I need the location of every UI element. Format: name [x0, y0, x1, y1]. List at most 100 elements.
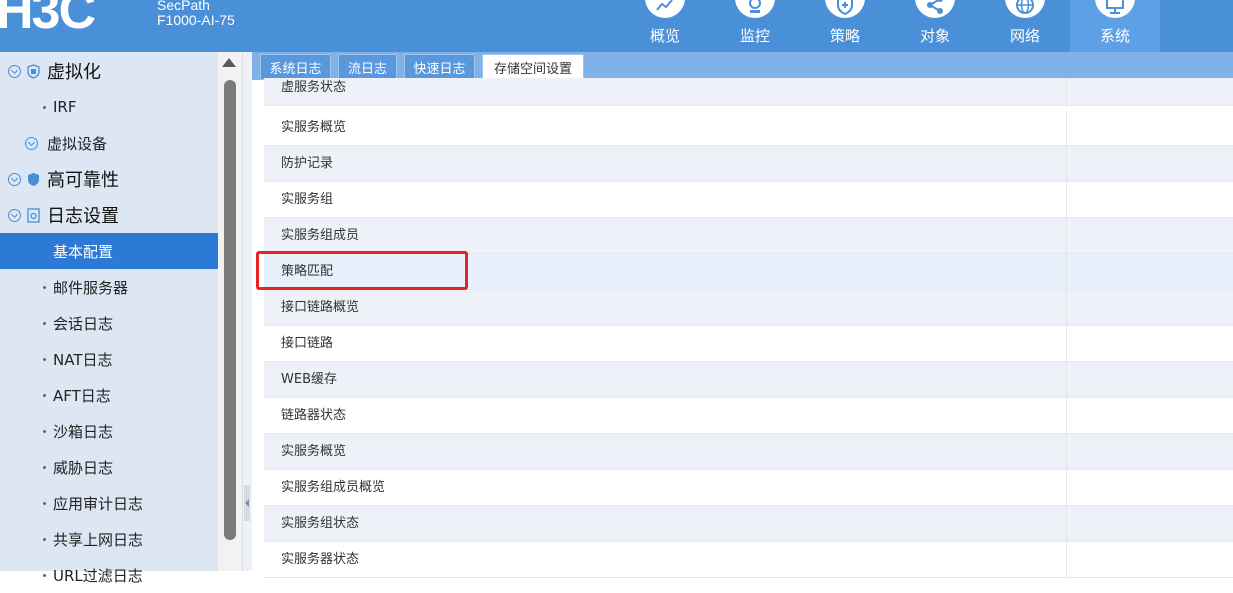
sidebar-item-high-availability[interactable]: 高可靠性 — [0, 161, 218, 197]
sidebar: 虚拟化 IRF 虚拟设备 高可靠性 日志设置 基本配置 邮件服务器 会话日志 N… — [0, 52, 218, 585]
tab-label: 系统日志 — [269, 61, 322, 77]
nav-object[interactable]: 对象 — [890, 0, 980, 52]
table-row[interactable]: 实服务概览 — [264, 110, 1233, 146]
table-cell: 实服务组成员概览 — [281, 480, 386, 495]
sidebar-item-log-settings[interactable]: 日志设置 — [0, 197, 218, 233]
sidebar-item-label: NAT日志 — [53, 350, 113, 369]
sidebar-item-irf[interactable]: IRF — [0, 89, 218, 125]
sidebar-item-label: 威胁日志 — [53, 458, 114, 477]
bullet-icon — [43, 393, 46, 397]
table-cell: 实服务组成员 — [281, 228, 360, 243]
sidebar-item-url-filter-log[interactable]: URL过滤日志 — [0, 557, 218, 593]
policy-shield-icon — [837, 0, 853, 16]
sidebar-item-mail-server[interactable]: 邮件服务器 — [0, 269, 218, 305]
tab-fast-log[interactable]: 快速日志 — [404, 54, 475, 80]
table-cell: 实服务组 — [281, 192, 334, 207]
table-row[interactable]: 虚服务状态 — [264, 78, 1233, 106]
expand-icon[interactable] — [25, 136, 38, 150]
bullet-icon — [43, 573, 46, 577]
monitor-icon — [749, 0, 761, 13]
tab-storage-settings[interactable]: 存储空间设置 — [482, 54, 584, 80]
table-row[interactable]: 接口链路概览 — [264, 290, 1233, 326]
bullet-icon — [43, 501, 46, 505]
svg-text:H3C: H3C — [0, 0, 95, 36]
nav-policy[interactable]: 策略 — [800, 0, 890, 52]
sidebar-item-virtual-device[interactable]: 虚拟设备 — [0, 125, 218, 161]
nav-system[interactable]: 系统 — [1070, 0, 1160, 52]
table-cell: 接口链路概览 — [281, 300, 360, 315]
nav-label: 概览 — [649, 27, 680, 45]
bullet-icon — [43, 321, 46, 325]
collapse-handle-icon[interactable] — [244, 485, 250, 521]
product-name: SecPath F1000-AI-75 — [157, 0, 235, 28]
nav-overview[interactable]: 概览 — [620, 0, 710, 52]
table-cell: 链路器状态 — [281, 408, 347, 423]
table-cell: 实服务器状态 — [281, 552, 360, 567]
nav-label: 监控 — [739, 27, 770, 45]
nav-monitor[interactable]: 监控 — [710, 0, 800, 52]
table-row[interactable]: 实服务概览 — [264, 434, 1233, 470]
tab-bar: 系统日志 流日志 快速日志 存储空间设置 — [252, 52, 1233, 80]
storage-table: 虚服务状态 实服务概览 防护记录 实服务组 实服务组成员 策略匹配 接口链路概览… — [264, 78, 1233, 578]
bullet-icon — [43, 465, 46, 469]
expand-icon[interactable] — [8, 208, 21, 222]
scrollbar-thumb[interactable] — [224, 80, 236, 540]
table-row[interactable]: WEB缓存 — [264, 362, 1233, 398]
scroll-up-arrow-icon[interactable] — [222, 58, 236, 67]
network-globe-icon — [1016, 0, 1034, 14]
expand-icon[interactable] — [8, 64, 21, 78]
tab-label: 存储空间设置 — [493, 62, 572, 77]
table-row[interactable]: 实服务组 — [264, 182, 1233, 218]
tab-label: 快速日志 — [413, 61, 466, 77]
table-row[interactable]: 实服务器状态 — [264, 542, 1233, 578]
top-header: H3C SecPath F1000-AI-75 概览 监控 策略 对象 网络 系… — [0, 0, 1233, 52]
sidebar-item-app-audit-log[interactable]: 应用审计日志 — [0, 485, 218, 521]
table-cell: 实服务概览 — [281, 444, 347, 459]
sidebar-item-label: 基本配置 — [53, 242, 114, 261]
sidebar-item-aft-log[interactable]: AFT日志 — [0, 377, 218, 413]
table-cell: 实服务概览 — [281, 120, 347, 135]
nav-label: 网络 — [1009, 27, 1040, 45]
sidebar-item-label: URL过滤日志 — [53, 566, 143, 585]
table-row[interactable]: 实服务组成员 — [264, 218, 1233, 254]
table-cell: 防护记录 — [281, 156, 334, 171]
table-cell: 实服务组状态 — [281, 516, 360, 531]
sidebar-item-label: 会话日志 — [53, 314, 114, 333]
nav-network[interactable]: 网络 — [980, 0, 1070, 52]
table-row[interactable]: 实服务组成员概览 — [264, 470, 1233, 506]
sidebar-item-label: 邮件服务器 — [53, 278, 129, 297]
sidebar-item-nat-log[interactable]: NAT日志 — [0, 341, 218, 377]
sidebar-item-virtualization[interactable]: 虚拟化 — [0, 53, 218, 89]
sidebar-item-label: 高可靠性 — [47, 170, 119, 191]
product-line-2: F1000-AI-75 — [157, 12, 235, 28]
table-row[interactable]: 防护记录 — [264, 146, 1233, 182]
sidebar-item-label: IRF — [53, 98, 77, 116]
sidebar-item-label: 虚拟设备 — [47, 134, 108, 153]
sidebar-item-basic-config[interactable]: 基本配置 — [0, 233, 218, 269]
table-cell: 接口链路 — [281, 336, 334, 351]
bullet-icon — [43, 105, 46, 109]
sidebar-item-session-log[interactable]: 会话日志 — [0, 305, 218, 341]
sidebar-item-threat-log[interactable]: 威胁日志 — [0, 449, 218, 485]
shield-icon — [28, 172, 39, 186]
log-settings-icon — [27, 207, 40, 223]
sidebar-item-label: AFT日志 — [53, 386, 111, 405]
table-row[interactable]: 实服务组状态 — [264, 506, 1233, 542]
sidebar-item-shared-access-log[interactable]: 共享上网日志 — [0, 521, 218, 557]
tab-system-log[interactable]: 系统日志 — [260, 54, 331, 80]
object-share-icon — [927, 0, 943, 14]
overview-icon — [656, 0, 673, 11]
table-cell: WEB缓存 — [281, 372, 337, 387]
table-row[interactable]: 链路器状态 — [264, 398, 1233, 434]
h3c-logo: H3C — [0, 0, 97, 36]
table-row[interactable]: 接口链路 — [264, 326, 1233, 362]
sidebar-item-sandbox-log[interactable]: 沙箱日志 — [0, 413, 218, 449]
panel-splitter[interactable] — [242, 52, 252, 571]
tab-flow-log[interactable]: 流日志 — [338, 54, 397, 80]
expand-icon[interactable] — [8, 172, 21, 186]
section-icon — [27, 63, 40, 79]
nav-label: 系统 — [1099, 27, 1130, 45]
bullet-icon — [43, 537, 46, 541]
sidebar-item-label: 虚拟化 — [47, 62, 101, 83]
sidebar-item-label: 应用审计日志 — [53, 494, 144, 513]
